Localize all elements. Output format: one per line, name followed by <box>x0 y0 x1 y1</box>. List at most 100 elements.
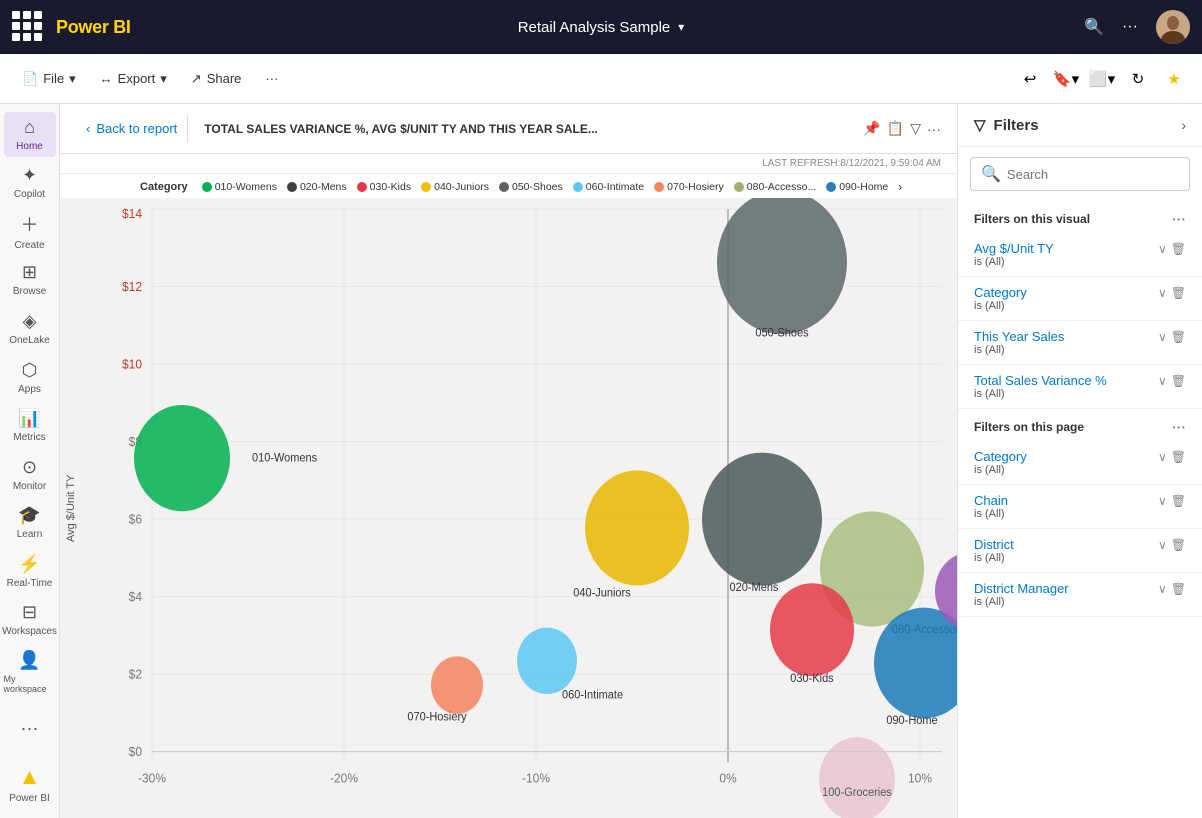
filter-name-district[interactable]: District <box>974 537 1014 552</box>
filter-expand-district-icon[interactable]: ∨ <box>1158 538 1167 552</box>
sidebar-item-copilot[interactable]: ✦ Copilot <box>4 161 56 206</box>
svg-text:$6: $6 <box>129 512 142 527</box>
filter-name-chain[interactable]: Chain <box>974 493 1008 508</box>
sidebar-item-browse[interactable]: ⊞ Browse <box>4 258 56 303</box>
user-avatar[interactable] <box>1156 10 1190 44</box>
filters-search-input[interactable] <box>1007 167 1179 182</box>
search-nav-icon[interactable]: 🔍 <box>1084 17 1104 37</box>
legend-item-010-womens[interactable]: 010-Womens <box>202 181 277 193</box>
filter-clear-this-year-icon[interactable]: 🗑 <box>1171 330 1186 344</box>
legend-item-080-accessories[interactable]: 080-Accesso... <box>734 181 816 193</box>
search-icon: 🔍 <box>981 164 1001 184</box>
legend-dot-040-juniors <box>421 182 431 192</box>
copy-icon[interactable]: 📋 <box>887 120 904 137</box>
toolbar: 📄 File ▾ ↔ Export ▾ ↗ Share ··· ↩ 🔖 ▾ ⬜ … <box>0 54 1202 104</box>
more-visual-icon[interactable]: ··· <box>927 121 941 137</box>
sidebar-item-monitor[interactable]: ⊙ Monitor <box>4 452 56 497</box>
sidebar-item-powerbi[interactable]: ▲ Power BI <box>4 758 56 810</box>
bubble-010-womens[interactable] <box>134 405 230 511</box>
visual-filters-more-icon[interactable]: ··· <box>1172 211 1186 227</box>
sidebar-item-myworkspace[interactable]: 👤 My workspace <box>4 646 56 698</box>
sidebar-item-apps[interactable]: ⬡ Apps <box>4 355 56 400</box>
filter-name-avg-unit-ty[interactable]: Avg $/Unit TY <box>974 241 1054 256</box>
filters-panel: ▽ Filters › 🔍 Filters on this visual ···… <box>957 104 1202 818</box>
filter-expand-total-sales-icon[interactable]: ∨ <box>1158 374 1167 388</box>
title-chevron-icon[interactable]: ▾ <box>678 20 684 34</box>
waffle-menu-icon[interactable] <box>12 11 44 43</box>
sidebar-item-realtime[interactable]: ⚡ Real-Time <box>4 549 56 594</box>
back-bar-right-icons: 📌 📋 ▽ ··· <box>863 120 941 137</box>
filter-clear-total-sales-icon[interactable]: 🗑 <box>1171 374 1186 388</box>
filter-clear-category-icon[interactable]: 🗑 <box>1171 286 1186 300</box>
export-button[interactable]: ↔ Export ▾ <box>90 65 177 93</box>
sidebar-item-home[interactable]: ⌂ Home <box>4 112 56 157</box>
filters-search-box[interactable]: 🔍 <box>970 157 1190 191</box>
legend-item-060-intimate[interactable]: 060-Intimate <box>573 181 644 193</box>
filter-expand-this-year-icon[interactable]: ∨ <box>1158 330 1167 344</box>
legend-item-040-juniors[interactable]: 040-Juniors <box>421 181 489 193</box>
refresh-icon: ↻ <box>1132 70 1145 88</box>
chart-title: TOTAL SALES VARIANCE %, AVG $/UNIT TY AN… <box>204 122 863 136</box>
legend-item-070-hosiery[interactable]: 070-Hosiery <box>654 181 724 193</box>
filter-name-total-sales-variance[interactable]: Total Sales Variance % <box>974 373 1107 388</box>
filter-clear-page-category-icon[interactable]: 🗑 <box>1171 450 1186 464</box>
filter-expand-category-icon[interactable]: ∨ <box>1158 286 1167 300</box>
onelake-icon: ◈ <box>23 311 37 332</box>
filter-clear-avg-unit-ty-icon[interactable]: 🗑 <box>1171 242 1186 256</box>
undo-button[interactable]: ↩ <box>1014 63 1046 95</box>
bubble-060-intimate[interactable] <box>517 628 577 694</box>
favorite-button[interactable]: ★ <box>1158 63 1190 95</box>
filter-clear-district-manager-icon[interactable]: 🗑 <box>1171 582 1186 596</box>
share-button[interactable]: ↗ Share <box>181 65 252 93</box>
legend-label-040-juniors: 040-Juniors <box>434 181 489 193</box>
sidebar-item-onelake-label: OneLake <box>9 335 50 346</box>
sidebar-item-learn[interactable]: 🎓 Learn <box>4 500 56 545</box>
legend-item-030-kids[interactable]: 030-Kids <box>357 181 411 193</box>
bubble-040-juniors[interactable] <box>585 470 689 585</box>
svg-text:$10: $10 <box>122 357 142 372</box>
svg-text:050-Shoes: 050-Shoes <box>755 326 808 340</box>
pin-icon[interactable]: 📌 <box>863 120 880 137</box>
sidebar-item-metrics[interactable]: 📊 Metrics <box>4 403 56 448</box>
file-chevron-icon: ▾ <box>69 71 76 87</box>
filter-expand-district-manager-icon[interactable]: ∨ <box>1158 582 1167 596</box>
more-nav-icon[interactable]: ··· <box>1122 18 1138 36</box>
filter-expand-page-category-icon[interactable]: ∨ <box>1158 450 1167 464</box>
filter-expand-chain-icon[interactable]: ∨ <box>1158 494 1167 508</box>
filter-visual-icon[interactable]: ▽ <box>910 120 921 137</box>
filter-item-this-year-header: This Year Sales ∨ 🗑 <box>974 329 1186 344</box>
bookmark-button[interactable]: 🔖 ▾ <box>1050 63 1082 95</box>
refresh-button[interactable]: ↻ <box>1122 63 1154 95</box>
sidebar-item-create[interactable]: ＋ Create <box>4 209 56 254</box>
sidebar-item-more[interactable]: ··· <box>4 702 56 754</box>
legend-dot-030-kids <box>357 182 367 192</box>
filter-name-this-year-sales[interactable]: This Year Sales <box>974 329 1064 344</box>
filter-clear-district-icon[interactable]: 🗑 <box>1171 538 1186 552</box>
file-button[interactable]: 📄 File ▾ <box>12 65 86 93</box>
more-options-button[interactable]: ··· <box>255 65 288 92</box>
bubble-030-kids[interactable] <box>770 583 854 676</box>
sidebar-item-workspaces[interactable]: ⊟ Workspaces <box>4 597 56 642</box>
filters-expand-icon[interactable]: › <box>1181 117 1186 133</box>
sidebar-item-onelake[interactable]: ◈ OneLake <box>4 306 56 351</box>
window-button[interactable]: ⬜ ▾ <box>1086 63 1118 95</box>
legend-item-050-shoes[interactable]: 050-Shoes <box>499 181 563 193</box>
bubble-090-home[interactable] <box>874 608 957 719</box>
filter-expand-avg-unit-ty-icon[interactable]: ∨ <box>1158 242 1167 256</box>
top-navigation: Power BI Retail Analysis Sample ▾ 🔍 ··· <box>0 0 1202 54</box>
bubble-050-shoes[interactable] <box>717 198 847 334</box>
legend-item-020-mens[interactable]: 020-Mens <box>287 181 347 193</box>
page-filters-more-icon[interactable]: ··· <box>1172 419 1186 435</box>
back-to-report-button[interactable]: ‹ Back to report <box>76 115 188 142</box>
bubble-020-mens[interactable] <box>702 453 822 586</box>
legend-item-090-home[interactable]: 090-Home <box>826 181 888 193</box>
legend-more-button[interactable]: › <box>898 180 902 194</box>
filter-clear-chain-icon[interactable]: 🗑 <box>1171 494 1186 508</box>
bubble-100-groceries[interactable] <box>819 737 895 818</box>
filter-icons-chain: ∨ 🗑 <box>1158 494 1186 508</box>
filter-value-district-manager: is (All) <box>974 596 1186 608</box>
filter-name-category[interactable]: Category <box>974 285 1027 300</box>
filter-name-page-category[interactable]: Category <box>974 449 1027 464</box>
filter-name-district-manager[interactable]: District Manager <box>974 581 1069 596</box>
bubble-070-hosiery[interactable] <box>431 656 483 714</box>
